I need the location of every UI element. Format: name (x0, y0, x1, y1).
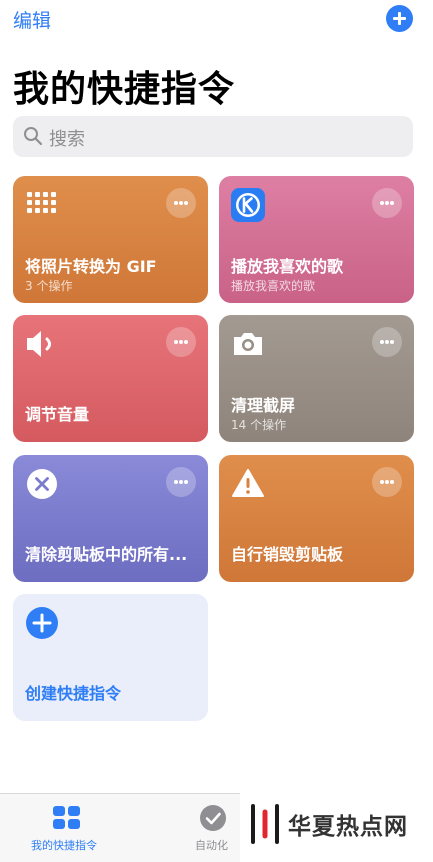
more-options-button[interactable] (166, 467, 196, 497)
search-input[interactable]: 搜索 (13, 116, 413, 157)
plus-circle-icon (26, 607, 58, 639)
more-options-button[interactable] (372, 467, 402, 497)
shortcut-subtitle: 3 个操作 (25, 279, 73, 293)
tab-label: 我的快捷指令 (31, 839, 97, 852)
watermark: 华夏热点网 (240, 793, 433, 862)
grid-dots-icon (27, 192, 56, 213)
shortcut-card-self-destruct-clipboard[interactable]: 自行销毁剪贴板 (219, 455, 414, 582)
camera-icon (234, 333, 262, 355)
edit-button[interactable]: 编辑 (13, 6, 51, 33)
create-shortcut-card[interactable]: 创建快捷指令 (13, 594, 208, 721)
shortcut-title: 播放我喜欢的歌 (231, 257, 344, 276)
kugou-app-icon (231, 188, 265, 222)
shortcut-title: 清除剪贴板中的所有... (25, 545, 188, 564)
shortcut-subtitle: 14 个操作 (231, 418, 287, 432)
more-options-button[interactable] (166, 188, 196, 218)
add-shortcut-button[interactable] (386, 5, 413, 32)
shortcut-card-photo-to-gif[interactable]: 将照片转换为 GIF 3 个操作 (13, 176, 208, 303)
more-options-button[interactable] (372, 327, 402, 357)
shortcut-subtitle: 播放我喜欢的歌 (231, 279, 316, 293)
warning-icon (232, 469, 264, 497)
shortcut-title: 调节音量 (25, 405, 90, 424)
navigation-bar: 编辑 (0, 0, 433, 40)
site-logo-icon (251, 804, 279, 844)
shortcut-card-adjust-volume[interactable]: 调节音量 (13, 315, 208, 442)
watermark-text: 华夏热点网 (288, 813, 408, 840)
search-icon (24, 127, 43, 146)
more-options-button[interactable] (372, 188, 402, 218)
shortcut-title: 清理截屏 (231, 396, 296, 415)
search-placeholder: 搜索 (49, 129, 85, 150)
create-shortcut-label: 创建快捷指令 (25, 684, 122, 703)
speaker-icon (27, 331, 51, 357)
shortcut-card-clean-screenshots[interactable]: 清理截屏 14 个操作 (219, 315, 414, 442)
x-circle-icon (27, 469, 57, 499)
tab-label: 自动化 (195, 839, 228, 852)
more-options-button[interactable] (166, 327, 196, 357)
page-title: 我的快捷指令 (13, 69, 236, 110)
check-circle-icon (200, 805, 226, 831)
shortcut-card-clear-clipboard[interactable]: 清除剪贴板中的所有... (13, 455, 208, 582)
shortcut-title: 将照片转换为 GIF (25, 257, 157, 276)
shortcut-card-play-favorite-songs[interactable]: 播放我喜欢的歌 播放我喜欢的歌 (219, 176, 414, 303)
tab-my-shortcuts[interactable]: 我的快捷指令 (20, 794, 115, 862)
shortcut-title: 自行销毁剪贴板 (231, 545, 344, 564)
grid-icon (53, 806, 80, 829)
